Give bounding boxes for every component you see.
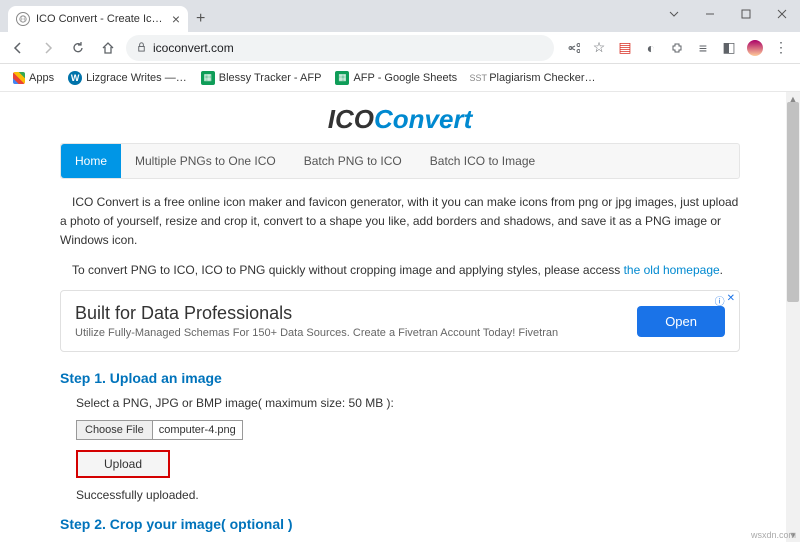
- file-input-row: Choose File computer-4.png: [76, 420, 740, 440]
- upload-button[interactable]: Upload: [76, 450, 170, 478]
- choose-file-button[interactable]: Choose File: [76, 420, 153, 440]
- page-content: ICOConvert Home Multiple PNGs to One ICO…: [0, 92, 800, 542]
- description-2: To convert PNG to ICO, ICO to PNG quickl…: [60, 261, 740, 280]
- globe-icon: [16, 12, 30, 26]
- main-nav: Home Multiple PNGs to One ICO Batch PNG …: [60, 143, 740, 179]
- selected-filename: computer-4.png: [153, 420, 243, 440]
- nav-batch-ico[interactable]: Batch ICO to Image: [416, 144, 549, 178]
- lock-icon: [136, 41, 147, 55]
- new-tab-button[interactable]: +: [188, 10, 213, 28]
- nav-multi[interactable]: Multiple PNGs to One ICO: [121, 144, 290, 178]
- nav-batch-png[interactable]: Batch PNG to ICO: [290, 144, 416, 178]
- ad-title: Built for Data Professionals: [75, 303, 637, 324]
- step2-title: Step 2. Crop your image( optional ): [60, 516, 740, 532]
- star-icon[interactable]: ☆: [590, 39, 608, 57]
- share-icon[interactable]: [564, 39, 582, 57]
- bookmark-plagiarism[interactable]: SSTPlagiarism Checker…: [466, 69, 600, 87]
- window-close[interactable]: [764, 0, 800, 28]
- list-icon[interactable]: ≡: [694, 39, 712, 57]
- url-text: icoconvert.com: [153, 41, 234, 55]
- address-bar: icoconvert.com ☆ ▤ ◐ ≡ ◧ ⋮: [0, 32, 800, 64]
- bookmark-apps[interactable]: Apps: [8, 70, 59, 86]
- tab-title: ICO Convert - Create Icons From…: [36, 13, 166, 25]
- avatar-icon[interactable]: [746, 39, 764, 57]
- ad-close-icon[interactable]: ✕: [727, 293, 735, 308]
- window-maximize[interactable]: [728, 0, 764, 28]
- wordpress-icon: W: [68, 71, 82, 85]
- ad-subtitle: Utilize Fully-Managed Schemas For 150+ D…: [75, 327, 637, 339]
- bookmark-afp[interactable]: ▦AFP - Google Sheets: [330, 69, 462, 87]
- apps-icon: [13, 72, 25, 84]
- bookmark-blessy[interactable]: ▦Blessy Tracker - AFP: [196, 69, 327, 87]
- url-input[interactable]: icoconvert.com: [126, 35, 554, 61]
- scrollbar-thumb[interactable]: [787, 102, 799, 302]
- ad-banner: ⓘ ✕ Built for Data Professionals Utilize…: [60, 290, 740, 352]
- sheets-icon: ▦: [335, 71, 349, 85]
- ad-info-icon[interactable]: ⓘ: [715, 293, 725, 308]
- description-1: ICO Convert is a free online icon maker …: [60, 193, 740, 251]
- sidepanel-icon[interactable]: ◧: [720, 39, 738, 57]
- ext-icon-2[interactable]: ◐: [642, 39, 660, 57]
- back-button[interactable]: [6, 36, 30, 60]
- step1-instruction: Select a PNG, JPG or BMP image( maximum …: [76, 396, 740, 410]
- window-dropdown[interactable]: [656, 0, 692, 28]
- home-button[interactable]: [96, 36, 120, 60]
- sheets-icon: ▦: [201, 71, 215, 85]
- logo: ICOConvert: [60, 92, 740, 143]
- menu-icon[interactable]: ⋮: [772, 39, 790, 57]
- watermark: wsxdn.com: [751, 530, 796, 540]
- window-minimize[interactable]: [692, 0, 728, 28]
- forward-button[interactable]: [36, 36, 60, 60]
- extensions-icon[interactable]: [668, 39, 686, 57]
- step1-title: Step 1. Upload an image: [60, 370, 740, 386]
- bookmark-lizgrace[interactable]: WLizgrace Writes —…: [63, 69, 192, 87]
- upload-status: Successfully uploaded.: [76, 488, 740, 502]
- scrollbar[interactable]: ▲ ▼: [786, 92, 800, 542]
- old-homepage-link[interactable]: the old homepage: [624, 263, 720, 277]
- reload-button[interactable]: [66, 36, 90, 60]
- bookmarks-bar: Apps WLizgrace Writes —… ▦Blessy Tracker…: [0, 64, 800, 92]
- ad-open-button[interactable]: Open: [637, 306, 725, 337]
- browser-tab[interactable]: ICO Convert - Create Icons From… ×: [8, 6, 188, 32]
- tab-close-icon[interactable]: ×: [172, 11, 180, 27]
- ext-icon-1[interactable]: ▤: [616, 39, 634, 57]
- text-icon: SST: [471, 71, 485, 85]
- nav-home[interactable]: Home: [61, 144, 121, 178]
